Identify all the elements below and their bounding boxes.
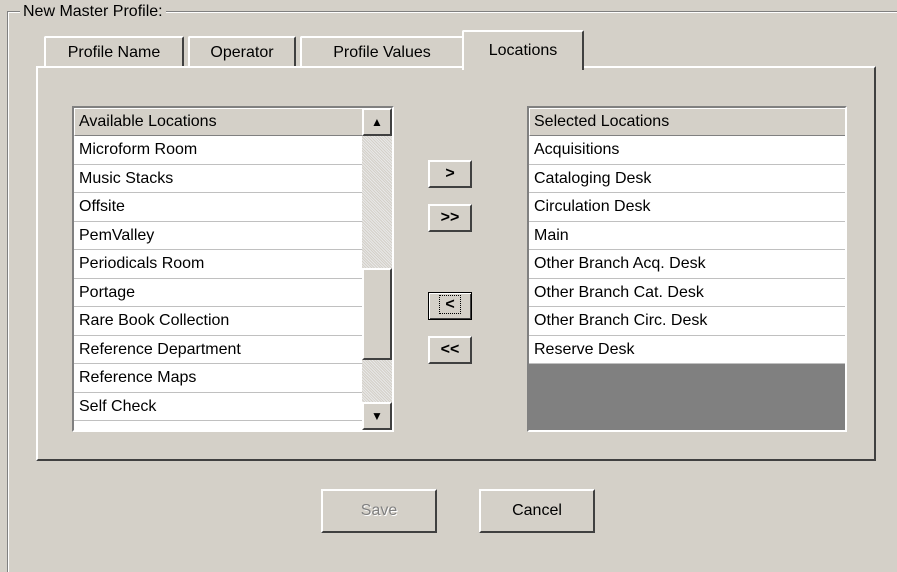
available-location-item[interactable]: Reference Department bbox=[74, 336, 362, 364]
arrow-up-icon[interactable]: ▲ bbox=[362, 108, 392, 136]
tab-profile-values[interactable]: Profile Values bbox=[300, 36, 464, 66]
remove-one-label: < bbox=[439, 295, 461, 314]
group-title: New Master Profile: bbox=[20, 2, 166, 22]
available-location-item[interactable]: Rare Book Collection bbox=[74, 307, 362, 336]
tab-operator[interactable]: Operator bbox=[188, 36, 296, 66]
available-locations-header: Available Locations bbox=[74, 108, 362, 136]
add-all-button[interactable]: >> bbox=[428, 204, 472, 232]
arrow-down-icon[interactable]: ▼ bbox=[362, 402, 392, 430]
selected-location-item[interactable]: Acquisitions bbox=[529, 136, 845, 165]
available-location-item[interactable]: Portage bbox=[74, 279, 362, 307]
available-location-item[interactable]: PemValley bbox=[74, 222, 362, 250]
tab-locations[interactable]: Locations bbox=[462, 30, 584, 70]
cancel-button[interactable]: Cancel bbox=[479, 489, 595, 533]
selected-location-item[interactable]: Other Branch Circ. Desk bbox=[529, 307, 845, 336]
available-scrollbar[interactable]: ▲ ▼ bbox=[362, 108, 392, 430]
selected-locations-list[interactable]: Selected Locations Acquisitions Catalogin… bbox=[527, 106, 847, 432]
tab-profile-name[interactable]: Profile Name bbox=[44, 36, 184, 66]
available-location-item[interactable]: Reference Maps bbox=[74, 364, 362, 393]
available-location-item[interactable]: Microform Room bbox=[74, 136, 362, 165]
available-location-item[interactable]: Periodicals Room bbox=[74, 250, 362, 279]
available-location-item[interactable]: Music Stacks bbox=[74, 165, 362, 193]
selected-location-item[interactable]: Cataloging Desk bbox=[529, 165, 845, 193]
remove-one-button[interactable]: < bbox=[428, 292, 472, 320]
selected-locations-header: Selected Locations bbox=[529, 108, 845, 136]
selected-location-item[interactable]: Circulation Desk bbox=[529, 193, 845, 222]
selected-location-item[interactable]: Main bbox=[529, 222, 845, 250]
available-location-item[interactable]: Offsite bbox=[74, 193, 362, 222]
remove-all-button[interactable]: << bbox=[428, 336, 472, 364]
add-one-button[interactable]: > bbox=[428, 160, 472, 188]
scrollbar-thumb[interactable] bbox=[362, 268, 392, 360]
selected-location-item[interactable]: Reserve Desk bbox=[529, 336, 845, 364]
available-location-item[interactable]: Self Check bbox=[74, 393, 362, 421]
save-button[interactable]: Save bbox=[321, 489, 437, 533]
selected-location-item[interactable]: Other Branch Acq. Desk bbox=[529, 250, 845, 279]
available-locations-list[interactable]: Available Locations Microform Room Music … bbox=[72, 106, 394, 432]
selected-location-item[interactable]: Other Branch Cat. Desk bbox=[529, 279, 845, 307]
